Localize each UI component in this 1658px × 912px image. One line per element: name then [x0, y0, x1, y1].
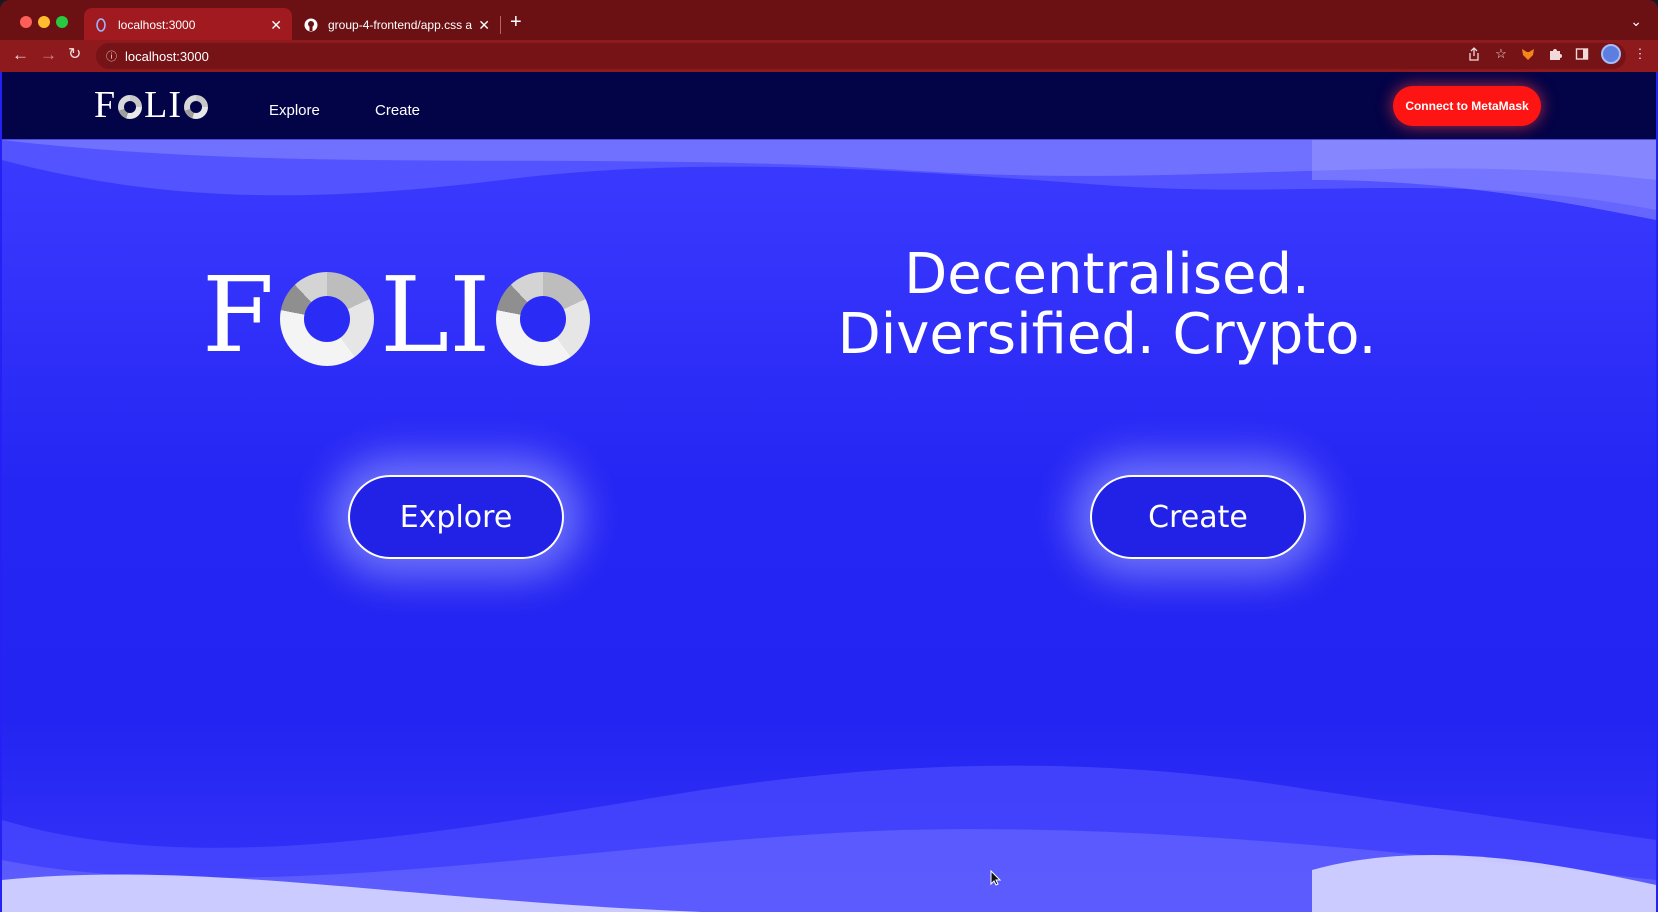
bookmark-star-icon[interactable]: ☆ — [1493, 46, 1509, 62]
hero-tagline: Decentralised. Diversified. Crypto. — [762, 245, 1452, 365]
forward-arrow-icon[interactable]: → — [40, 44, 57, 66]
tagline-line-1: Decentralised. — [904, 242, 1310, 307]
toolbar-icons: ☆ ⋮ — [1466, 44, 1648, 64]
hero-create-button[interactable]: Create — [1090, 475, 1306, 559]
globe-icon — [94, 18, 108, 32]
logo-letter-f: F — [94, 84, 117, 126]
site-navbar: F LI Explore Create Connect to MetaMask — [2, 72, 1656, 140]
logo-ring-icon — [118, 95, 143, 119]
tab-close-icon[interactable]: ✕ — [478, 17, 490, 34]
reload-icon[interactable]: ↻ — [68, 44, 81, 66]
github-icon — [304, 18, 318, 32]
close-window-button[interactable] — [20, 16, 32, 28]
address-bar[interactable]: ⓘ localhost:3000 — [96, 43, 1626, 69]
side-panel-icon[interactable] — [1574, 46, 1590, 62]
mouse-cursor-icon — [990, 869, 1002, 891]
browser-toolbar: ← → ↻ ⓘ localhost:3000 ☆ ⋮ — [0, 40, 1658, 72]
address-text[interactable]: localhost:3000 — [125, 49, 209, 64]
new-tab-button[interactable]: + — [510, 12, 522, 32]
tab-localhost[interactable]: localhost:3000 ✕ — [84, 8, 292, 42]
metamask-fox-icon[interactable] — [1520, 46, 1536, 62]
hero-logo-ring-icon — [280, 272, 375, 366]
tagline-line-2: Diversified. Crypto. — [837, 302, 1377, 367]
tab-bar: localhost:3000 ✕ group-4-frontend/app.cs… — [0, 0, 1658, 42]
hero-logo-letters-li: LI — [380, 254, 491, 376]
back-arrow-icon[interactable]: ← — [12, 44, 29, 66]
site-logo[interactable]: F LI — [94, 86, 210, 124]
menu-dots-icon[interactable]: ⋮ — [1632, 46, 1648, 62]
tab-separator — [500, 16, 501, 34]
hero-logo-letter-f: F — [202, 254, 275, 376]
maximize-window-button[interactable] — [56, 16, 68, 28]
minimize-window-button[interactable] — [38, 16, 50, 28]
hero-logo: F LI — [202, 254, 596, 376]
logo-letters-li: LI — [144, 84, 183, 126]
share-icon[interactable] — [1466, 46, 1482, 62]
hero-logo-ring-icon — [496, 272, 591, 366]
chevron-down-icon[interactable]: ⌄ — [1630, 13, 1642, 30]
tab-title: group-4-frontend/app.css at c — [328, 18, 473, 32]
hero-explore-button[interactable]: Explore — [348, 475, 564, 559]
nav-link-explore[interactable]: Explore — [269, 102, 320, 119]
hero-section: F LI Decentralised. Diversified. Crypto.… — [2, 140, 1656, 912]
nav-link-create[interactable]: Create — [375, 102, 420, 119]
browser-window: localhost:3000 ✕ group-4-frontend/app.cs… — [0, 0, 1658, 912]
tab-close-icon[interactable]: ✕ — [270, 17, 282, 34]
logo-ring-icon — [184, 95, 209, 119]
tab-title: localhost:3000 — [118, 18, 196, 32]
extensions-puzzle-icon[interactable] — [1547, 46, 1563, 62]
info-icon[interactable]: ⓘ — [106, 48, 117, 64]
profile-avatar[interactable] — [1601, 44, 1621, 64]
connect-metamask-button[interactable]: Connect to MetaMask — [1393, 86, 1541, 126]
tab-github[interactable]: group-4-frontend/app.css at c ✕ — [294, 8, 500, 42]
